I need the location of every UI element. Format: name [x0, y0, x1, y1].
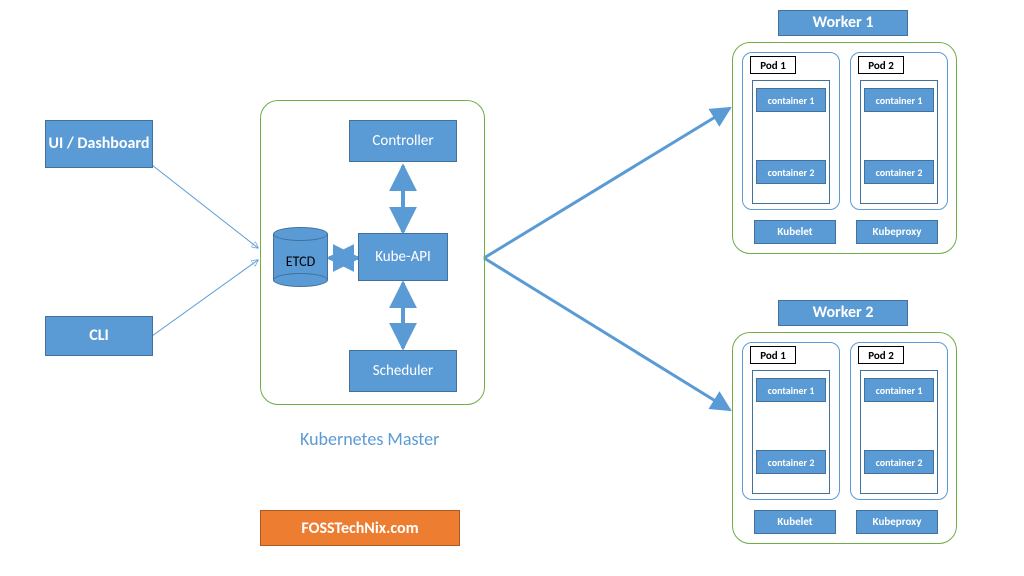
- w1-pod1-c1: container 1: [756, 88, 826, 112]
- scheduler-box: Scheduler: [349, 350, 457, 392]
- ui-dashboard-box: UI / Dashboard: [45, 120, 153, 168]
- w2-kubelet: Kubelet: [754, 510, 836, 534]
- w1-pod1-label: Pod 1: [750, 56, 796, 74]
- cli-box: CLI: [45, 316, 153, 356]
- worker1-title: Worker 1: [778, 10, 908, 36]
- w2-pod1-c2: container 2: [756, 450, 826, 474]
- w1-pod2-label: Pod 2: [858, 56, 904, 74]
- w2-kubeproxy: Kubeproxy: [856, 510, 938, 534]
- w2-pod2-label: Pod 2: [858, 346, 904, 364]
- w2-pod2-c2: container 2: [864, 450, 934, 474]
- controller-box: Controller: [349, 120, 457, 162]
- w1-pod2-c1: container 1: [864, 88, 934, 112]
- master-caption: Kubernetes Master: [300, 428, 439, 450]
- etcd-cylinder: ETCD: [273, 227, 328, 287]
- w2-pod1-c1: container 1: [756, 378, 826, 402]
- worker2-title: Worker 2: [778, 300, 908, 326]
- footer-banner: FOSSTechNix.com: [260, 510, 460, 546]
- w1-kubelet: Kubelet: [754, 220, 836, 244]
- w2-pod1-label: Pod 1: [750, 346, 796, 364]
- w1-pod2-c2: container 2: [864, 160, 934, 184]
- etcd-label: ETCD: [273, 253, 328, 270]
- w1-pod1-c2: container 2: [756, 160, 826, 184]
- w2-pod2-c1: container 1: [864, 378, 934, 402]
- w1-kubeproxy: Kubeproxy: [856, 220, 938, 244]
- kube-api-box: Kube-API: [358, 233, 448, 281]
